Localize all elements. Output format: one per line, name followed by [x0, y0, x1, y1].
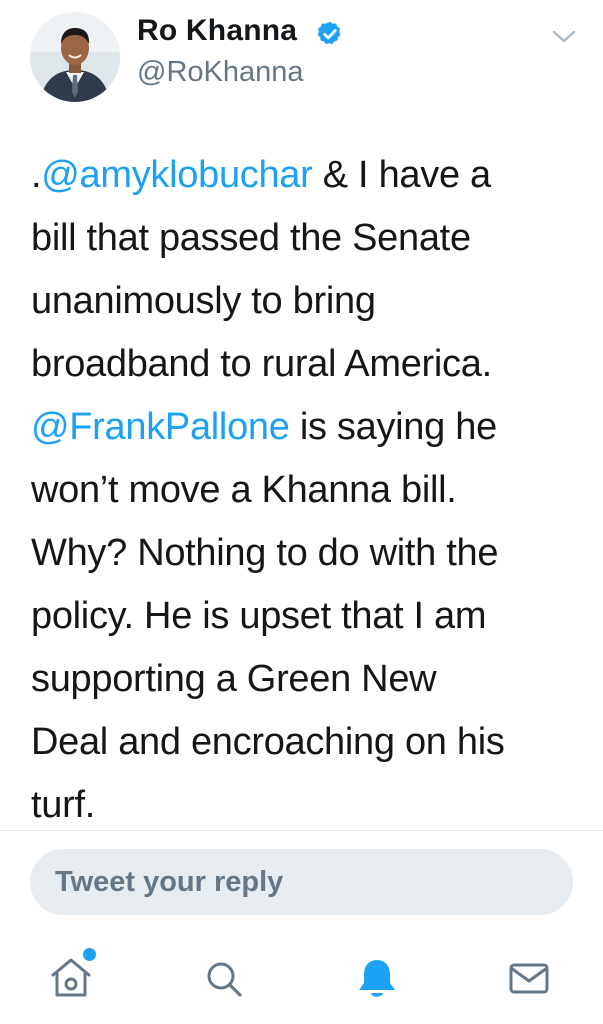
tweet-text-line: .@amyklobuchar & I have a: [31, 144, 579, 207]
tab-messages[interactable]: [499, 948, 559, 1008]
tab-notifications[interactable]: [347, 948, 407, 1008]
tweet-text-line: Why? Nothing to do with the: [31, 522, 579, 585]
tweet-text-segment: Deal and encroaching on his: [31, 721, 505, 763]
avatar-photo: [30, 12, 120, 102]
tweet-text-segment: unanimously to bring: [31, 280, 376, 322]
tweet-text-line: @FrankPallone is saying he: [31, 396, 579, 459]
tweet-text-line: supporting a Green New: [31, 648, 579, 711]
verified-badge-icon: [317, 21, 341, 45]
tweet-text-line: Deal and encroaching on his: [31, 711, 579, 774]
author-display-name[interactable]: Ro Khanna: [137, 14, 297, 48]
tweet-text-segment: is saying he: [289, 406, 497, 448]
tweet-text-segment: & I have a: [312, 154, 491, 196]
tweet-text-segment: turf.: [31, 784, 95, 826]
tweet-text-segment: bill that passed the Senate: [31, 217, 471, 259]
avatar[interactable]: [30, 12, 120, 102]
reply-input[interactable]: Tweet your reply: [30, 849, 573, 915]
tweet-text-line: won’t move a Khanna bill.: [31, 459, 579, 522]
mention-link[interactable]: @FrankPallone: [31, 406, 290, 448]
tweet-text-segment: won’t move a Khanna bill.: [31, 469, 457, 511]
envelope-icon: [509, 963, 549, 994]
tab-search[interactable]: [194, 948, 254, 1008]
tab-home[interactable]: [41, 948, 101, 1008]
tweet-text-segment: policy. He is upset that I am: [31, 595, 487, 637]
author-handle[interactable]: @RoKhanna: [137, 56, 304, 89]
divider: [0, 830, 603, 831]
search-icon: [207, 962, 242, 997]
tweet-text-segment: supporting a Green New: [31, 658, 437, 700]
tweet-detail-screen: Ro Khanna @RoKhanna .@amyklobuchar & I h…: [0, 0, 603, 1024]
tweet-text-segment: .: [31, 154, 42, 196]
tweet-text-segment: Why? Nothing to do with the: [31, 532, 499, 574]
tweet-text-segment: broadband to rural America.: [31, 343, 492, 385]
tweet-options-button[interactable]: [549, 25, 579, 49]
tweet-text-line: bill that passed the Senate: [31, 207, 579, 270]
reply-placeholder: Tweet your reply: [55, 866, 284, 898]
bell-icon: [359, 960, 395, 997]
tweet-text-line: broadband to rural America.: [31, 333, 579, 396]
chevron-down-icon: [552, 30, 576, 43]
tweet-text-line: unanimously to bring: [31, 270, 579, 333]
tweet-text: .@amyklobuchar & I have a bill that passe…: [31, 144, 579, 837]
tweet-text-line: policy. He is upset that I am: [31, 585, 579, 648]
tweet-header: Ro Khanna @RoKhanna: [0, 0, 603, 110]
tweet-text-line: turf.: [31, 774, 579, 837]
mention-link[interactable]: @amyklobuchar: [41, 154, 313, 196]
bottom-tab-bar: [0, 930, 603, 1024]
home-badge-dot: [83, 948, 96, 961]
